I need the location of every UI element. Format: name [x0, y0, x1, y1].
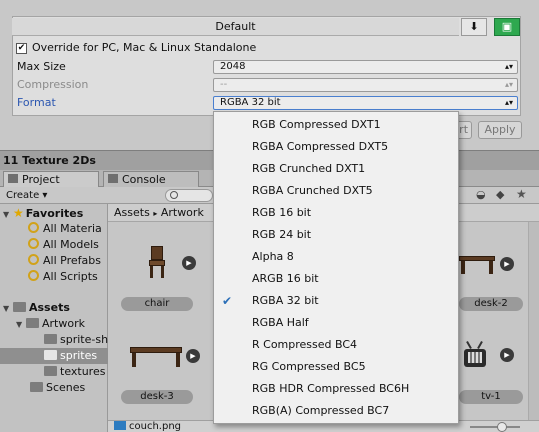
- menu-item[interactable]: RGB 24 bit: [214, 224, 458, 246]
- assets-header[interactable]: ▼ Assets: [0, 300, 108, 316]
- folder-icon: [44, 366, 57, 376]
- search-icon: [28, 270, 39, 281]
- favorites-header[interactable]: ▼ ★ Favorites: [0, 205, 108, 221]
- play-icon[interactable]: ▶: [500, 257, 514, 271]
- apply-button[interactable]: Apply: [478, 121, 522, 139]
- console-icon: [108, 174, 118, 183]
- tree-item-artwork[interactable]: ▼ Artwork: [0, 316, 108, 332]
- create-button[interactable]: Create ▾: [6, 189, 47, 202]
- max-size-dropdown[interactable]: 2048 ▴▾: [213, 60, 518, 74]
- default-tab-header[interactable]: Default: [12, 18, 459, 36]
- project-icon: [8, 174, 18, 183]
- asset-label-desk-3[interactable]: desk-3: [121, 390, 193, 404]
- play-icon[interactable]: ▶: [182, 256, 196, 270]
- folder-icon: [13, 302, 26, 312]
- desk-2-thumbnail[interactable]: [459, 256, 495, 274]
- checkmark-icon: ✔: [222, 294, 233, 308]
- menu-item[interactable]: RGB Compressed DXT1: [214, 114, 458, 136]
- menu-item[interactable]: RGB(A) Compressed BC7: [214, 400, 458, 422]
- menu-item[interactable]: RGB 16 bit: [214, 202, 458, 224]
- menu-item[interactable]: RGB HDR Compressed BC6H: [214, 378, 458, 400]
- tab-project[interactable]: Project: [3, 171, 99, 187]
- folder-icon: [44, 350, 57, 360]
- asset-label-chair[interactable]: chair: [121, 297, 193, 311]
- tree-item-scenes[interactable]: Scenes: [0, 380, 108, 396]
- favorite-item[interactable]: All Scripts: [0, 269, 108, 285]
- search-input[interactable]: [165, 189, 213, 202]
- zoom-slider[interactable]: [470, 426, 520, 428]
- favorite-item[interactable]: All Prefabs: [0, 253, 108, 269]
- android-icon[interactable]: ▣: [494, 18, 520, 36]
- breadcrumb-assets[interactable]: Assets: [114, 206, 150, 219]
- search-icon: [28, 254, 39, 265]
- menu-item[interactable]: RGBA Crunched DXT5: [214, 180, 458, 202]
- search-icon: [28, 222, 39, 233]
- breadcrumb-artwork[interactable]: Artwork: [161, 206, 204, 219]
- search-icon: [170, 191, 178, 199]
- tree-item-folder-selected[interactable]: sprites: [0, 348, 108, 364]
- menu-item-selected[interactable]: RGBA 32 bit: [214, 290, 458, 312]
- override-checkbox[interactable]: ✔: [16, 43, 27, 54]
- download-icon[interactable]: ⬇: [461, 18, 487, 36]
- tree-item-folder[interactable]: sprite-sh: [0, 332, 108, 348]
- desk-3-thumbnail[interactable]: [130, 347, 182, 367]
- format-popup-menu: RGB Compressed DXT1 RGBA Compressed DXT5…: [213, 111, 459, 424]
- menu-item[interactable]: RG Compressed BC5: [214, 356, 458, 378]
- label-icon[interactable]: ◆: [496, 188, 504, 201]
- search-icon: [28, 238, 39, 249]
- menu-item[interactable]: RGB Crunched DXT1: [214, 158, 458, 180]
- menu-item[interactable]: Alpha 8: [214, 246, 458, 268]
- menu-item[interactable]: ARGB 16 bit: [214, 268, 458, 290]
- asset-label-tv-1[interactable]: tv-1: [459, 390, 523, 404]
- override-label: Override for PC, Mac & Linux Standalone: [32, 41, 257, 54]
- breadcrumb-separator: ▸: [153, 209, 158, 218]
- zoom-slider-handle[interactable]: [497, 422, 507, 432]
- format-dropdown[interactable]: RGBA 32 bit ▴▾: [213, 96, 518, 110]
- menu-item[interactable]: RGBA Compressed DXT5: [214, 136, 458, 158]
- texture-icon: [114, 421, 126, 430]
- menu-item[interactable]: R Compressed BC4: [214, 334, 458, 356]
- format-label: Format: [17, 96, 56, 109]
- tv-1-thumbnail[interactable]: [463, 341, 487, 369]
- folder-icon: [44, 334, 57, 344]
- favorite-item[interactable]: All Materia: [0, 221, 108, 237]
- favorite-star-icon[interactable]: ★: [516, 187, 527, 201]
- play-icon[interactable]: ▶: [186, 349, 200, 363]
- scrollbar[interactable]: [528, 222, 539, 420]
- chair-thumbnail[interactable]: [149, 246, 165, 280]
- tree-item-folder[interactable]: textures: [0, 364, 108, 380]
- play-icon[interactable]: ▶: [500, 348, 514, 362]
- folder-icon: [26, 318, 39, 328]
- asset-label-desk-2[interactable]: desk-2: [459, 297, 523, 311]
- max-size-label: Max Size: [17, 60, 66, 73]
- compression-label: Compression: [17, 78, 89, 91]
- status-file-name: couch.png: [129, 421, 182, 432]
- filter-type-icon[interactable]: ◒: [476, 188, 486, 201]
- folder-icon: [30, 382, 43, 392]
- tab-console[interactable]: Console: [103, 171, 199, 187]
- favorite-item[interactable]: All Models: [0, 237, 108, 253]
- menu-item[interactable]: RGBA Half: [214, 312, 458, 334]
- compression-dropdown[interactable]: -- ▴▾: [213, 78, 518, 92]
